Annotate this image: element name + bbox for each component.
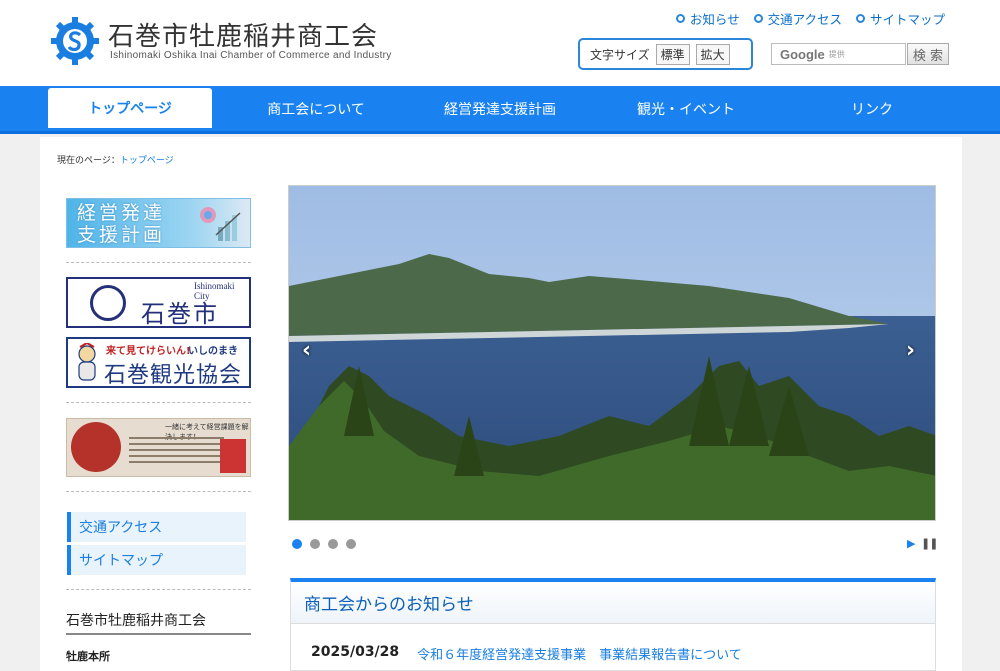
tourism-banner-catch: 来て見てけらいん! [106,346,191,357]
util-link-access[interactable]: 交通アクセス [753,9,842,28]
utility-links: お知らせ 交通アクセス サイトマップ [675,9,945,28]
slider-next-button[interactable]: › [906,338,915,363]
search-button[interactable]: 検 索 [907,43,949,65]
slider-dots [292,539,356,549]
nav-item-plan[interactable]: 経営発達支援計画 [410,86,590,131]
search-provided-label: 提供 [828,49,845,59]
slider-dot-4[interactable] [346,539,356,549]
pate-banner[interactable]: 一緒に考えて経営課題を解決します！ [66,418,251,477]
google-logo: Google [780,46,825,62]
chamber-logo-icon[interactable] [50,16,100,66]
divider [66,589,251,590]
nav-item-about[interactable]: 商工会について [226,86,406,131]
bullet-circle-icon [855,14,865,23]
divider [66,633,251,635]
ishinomaki-city-banner[interactable]: Ishinomaki City 石巻市 [66,277,251,328]
font-size-normal-button[interactable]: 標準 [655,43,690,65]
bullet-circle-icon [753,14,763,23]
slider-dot-3[interactable] [328,539,338,549]
site-header: 石巻市牡鹿稲井商工会 Ishinomaki Oshika Inai Chambe… [0,0,1000,86]
search-input[interactable]: Google 提供 [771,43,906,65]
plan-banner-text: 経営発達 支援計画 [77,202,166,246]
slider-dot-1[interactable] [292,539,302,549]
mascot-icon [78,343,96,381]
slider-dot-2[interactable] [310,539,320,549]
news-heading: 商工会からのお知らせ [291,582,935,624]
news-section: 商工会からのお知らせ 2025/03/28 令和６年度経営発達支援事業 事業結果… [290,578,936,671]
global-nav: トップページ 商工会について 経営発達支援計画 観光・イベント リンク [0,86,1000,134]
nav-item-top[interactable]: トップページ [48,88,212,128]
site-title[interactable]: 石巻市牡鹿稲井商工会 [108,16,378,53]
util-link-sitemap[interactable]: サイトマップ [855,9,945,28]
nav-item-links[interactable]: リンク [782,86,962,131]
image-slider[interactable] [288,185,936,521]
pate-banner-text-lines [129,437,224,467]
news-title-link[interactable]: 令和６年度経営発達支援事業 事業結果報告書について [417,644,742,663]
tourism-association-banner[interactable]: 来て見てけらいん! いしのまき 石巻観光協会 [66,337,251,388]
slider-prev-button[interactable]: ‹ [302,338,311,363]
sidebar-link-access[interactable]: 交通アクセス [67,512,246,542]
divider [66,402,251,403]
util-link-news[interactable]: お知らせ [675,9,740,28]
tourism-banner-name: 石巻観光協会 [104,363,243,388]
office-branch-label: 牡鹿本所 [66,650,110,663]
city-banner-jp: 石巻市 [141,300,219,328]
bar-chart-icon [200,207,241,241]
pate-logo-icon [71,422,121,472]
breadcrumb-prefix: 現在のページ： [57,156,120,166]
font-size-switcher: 文字サイズ 標準 拡大 [578,38,753,70]
slide-image-coast [289,186,935,520]
breadcrumb-current[interactable]: トップページ [120,156,174,166]
divider [66,491,251,492]
bullet-circle-icon [675,14,685,23]
slider-play-icon[interactable]: ▶ [907,537,915,550]
sidebar-link-sitemap[interactable]: サイトマップ [67,545,246,575]
office-info-title: 石巻市牡鹿稲井商工会 [66,613,206,629]
site-subtitle: Ishinomaki Oshika Inai Chamber of Commer… [110,50,392,61]
divider [66,262,251,263]
pate-badge [220,439,246,473]
tourism-banner-catch2: いしのまき [188,346,238,357]
news-item: 2025/03/28 令和６年度経営発達支援事業 事業結果報告書について [311,644,742,663]
breadcrumb: 現在のページ：トップページ [57,153,174,166]
slider-pause-icon[interactable]: ❚❚ [921,537,938,550]
news-date: 2025/03/28 [311,644,400,660]
plan-banner[interactable]: 経営発達 支援計画 [66,198,251,248]
font-size-large-button[interactable]: 拡大 [695,43,730,65]
nav-item-tourism[interactable]: 観光・イベント [596,86,776,131]
font-size-label: 文字サイズ [590,47,650,62]
city-emblem-icon [90,285,126,321]
